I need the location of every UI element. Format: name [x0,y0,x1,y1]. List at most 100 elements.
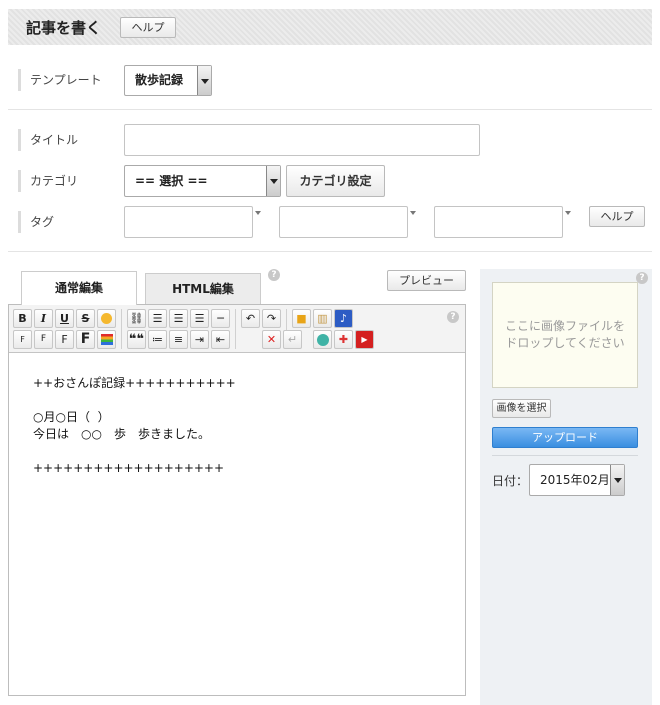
undo-icon: ↶ [245,312,256,325]
music-icon: ♪ [339,312,348,325]
link-icon: ⛓ [129,312,144,325]
numbered-list-button[interactable]: ≡ [169,330,188,349]
numbered-list-icon: ≡ [173,333,184,346]
date-label: 日付： [492,474,529,488]
page-header: 記事を書く ヘルプ [8,9,652,45]
category-label: カテゴリ [18,170,78,192]
title-label: タイトル [18,129,78,151]
quote-icon: ❝❝ [128,332,145,347]
book-icon: ▥ [317,312,328,325]
link-button[interactable]: ⛓ [127,309,146,328]
toolbar-divider [235,309,236,349]
line-break-button[interactable]: ↵ [283,330,302,349]
outdent-icon: ⇤ [215,333,226,346]
gift-button[interactable]: ✚ [334,330,353,349]
category-select[interactable]: == 選択 == [124,165,281,197]
divider [8,251,652,252]
divider [492,455,638,456]
horizontal-rule-button[interactable]: ━ [211,309,230,328]
category-select-value: == 選択 == [135,174,208,188]
emoji-button[interactable] [97,309,116,328]
toolbar-divider [121,309,122,349]
date-select-value: 2015年02月 [540,473,610,487]
folder-button[interactable]: ■ [292,309,311,328]
font-size-xs-button[interactable]: F [13,330,32,349]
body-line: +++++++++++++++++++ [33,461,225,475]
category-settings-button[interactable]: カテゴリ設定 [286,165,385,197]
tag-input-1[interactable] [124,206,253,238]
underline-button[interactable]: U [55,309,74,328]
align-right-button[interactable]: ☰ [190,309,209,328]
outdent-button[interactable]: ⇤ [211,330,230,349]
align-left-icon: ☰ [152,312,163,325]
chevron-down-icon[interactable] [410,211,416,215]
align-right-icon: ☰ [194,312,205,325]
italic-button[interactable]: I [34,309,53,328]
tab-html-edit[interactable]: HTML編集 [145,273,261,304]
map-pin-icon [316,334,329,346]
align-left-button[interactable]: ☰ [148,309,167,328]
chevron-down-icon [610,465,624,495]
color-palette-icon [100,334,113,345]
template-select[interactable]: 散歩記録 [124,65,212,96]
quote-button[interactable]: ❝❝ [127,330,146,349]
tag-help-button[interactable]: ヘルプ [589,206,645,227]
return-icon: ↵ [287,333,298,346]
album-button[interactable]: ▥ [313,309,332,328]
horizontal-rule-icon: ━ [217,312,224,325]
divider [8,109,652,110]
chevron-down-icon [266,166,280,196]
bold-button[interactable]: B [13,309,32,328]
drop-text: ここに画像ファイルを [504,319,625,333]
upload-button[interactable]: アップロード [492,427,638,448]
date-select[interactable]: 2015年02月 [529,464,625,496]
indent-icon: ⇥ [194,333,205,346]
bullet-list-icon: ≔ [152,333,163,346]
body-line: ○月○日（ ） [33,410,110,424]
redo-icon: ↷ [266,312,277,325]
align-center-button[interactable]: ☰ [169,309,188,328]
video-button[interactable]: ▶ [355,330,374,349]
chevron-down-icon[interactable] [565,211,571,215]
font-size-s-button[interactable]: F [34,330,53,349]
header-help-button[interactable]: ヘルプ [120,17,176,38]
editor-toolbar: B I U S ⛓ ☰ ☰ ☰ ━ ↶ ↷ ■ ▥ ♪ ? F F F F ❝❝… [9,305,465,353]
chevron-down-icon[interactable] [255,211,261,215]
image-sidebar: ? ここに画像ファイルを ドロップしてください 画像を選択 アップロード 日付：… [480,269,652,705]
page-title: 記事を書く [26,19,102,37]
select-image-button[interactable]: 画像を選択 [492,399,551,418]
indent-button[interactable]: ⇥ [190,330,209,349]
gift-icon: ✚ [338,333,349,346]
smiley-icon [101,313,112,324]
font-size-l-button[interactable]: F [76,330,95,349]
tag-input-3[interactable] [434,206,563,238]
text-color-button[interactable] [97,330,116,349]
bullet-list-button[interactable]: ≔ [148,330,167,349]
redo-button[interactable]: ↷ [262,309,281,328]
play-icon: ▶ [361,335,368,344]
folder-icon: ■ [296,312,307,325]
font-size-m-button[interactable]: F [55,330,74,349]
body-line [33,443,236,460]
template-label: テンプレート [18,69,102,91]
map-button[interactable] [313,330,332,349]
body-line [33,392,236,409]
tag-input-2[interactable] [279,206,408,238]
tab-normal-edit[interactable]: 通常編集 [21,271,137,305]
image-drop-zone[interactable]: ここに画像ファイルを ドロップしてください [492,282,638,388]
body-line: ++おさんぽ記録+++++++++++ [33,376,236,390]
undo-button[interactable]: ↶ [241,309,260,328]
tag-label: タグ [18,211,54,233]
title-input[interactable] [124,124,480,156]
editor: B I U S ⛓ ☰ ☰ ☰ ━ ↶ ↷ ■ ▥ ♪ ? F F F F ❝❝… [8,304,466,696]
help-icon[interactable]: ? [268,269,280,281]
strikethrough-button[interactable]: S [76,309,95,328]
clear-format-button[interactable]: ✕ [262,330,281,349]
chevron-down-icon [197,66,211,95]
template-select-value: 散歩記録 [135,73,184,87]
music-button[interactable]: ♪ [334,309,353,328]
editor-body[interactable]: ++おさんぽ記録+++++++++++ ○月○日（ ） 今日は ○○ 歩 歩きま… [33,375,236,477]
align-center-icon: ☰ [173,312,184,325]
help-icon[interactable]: ? [447,311,459,323]
preview-button[interactable]: プレビュー [387,270,466,291]
